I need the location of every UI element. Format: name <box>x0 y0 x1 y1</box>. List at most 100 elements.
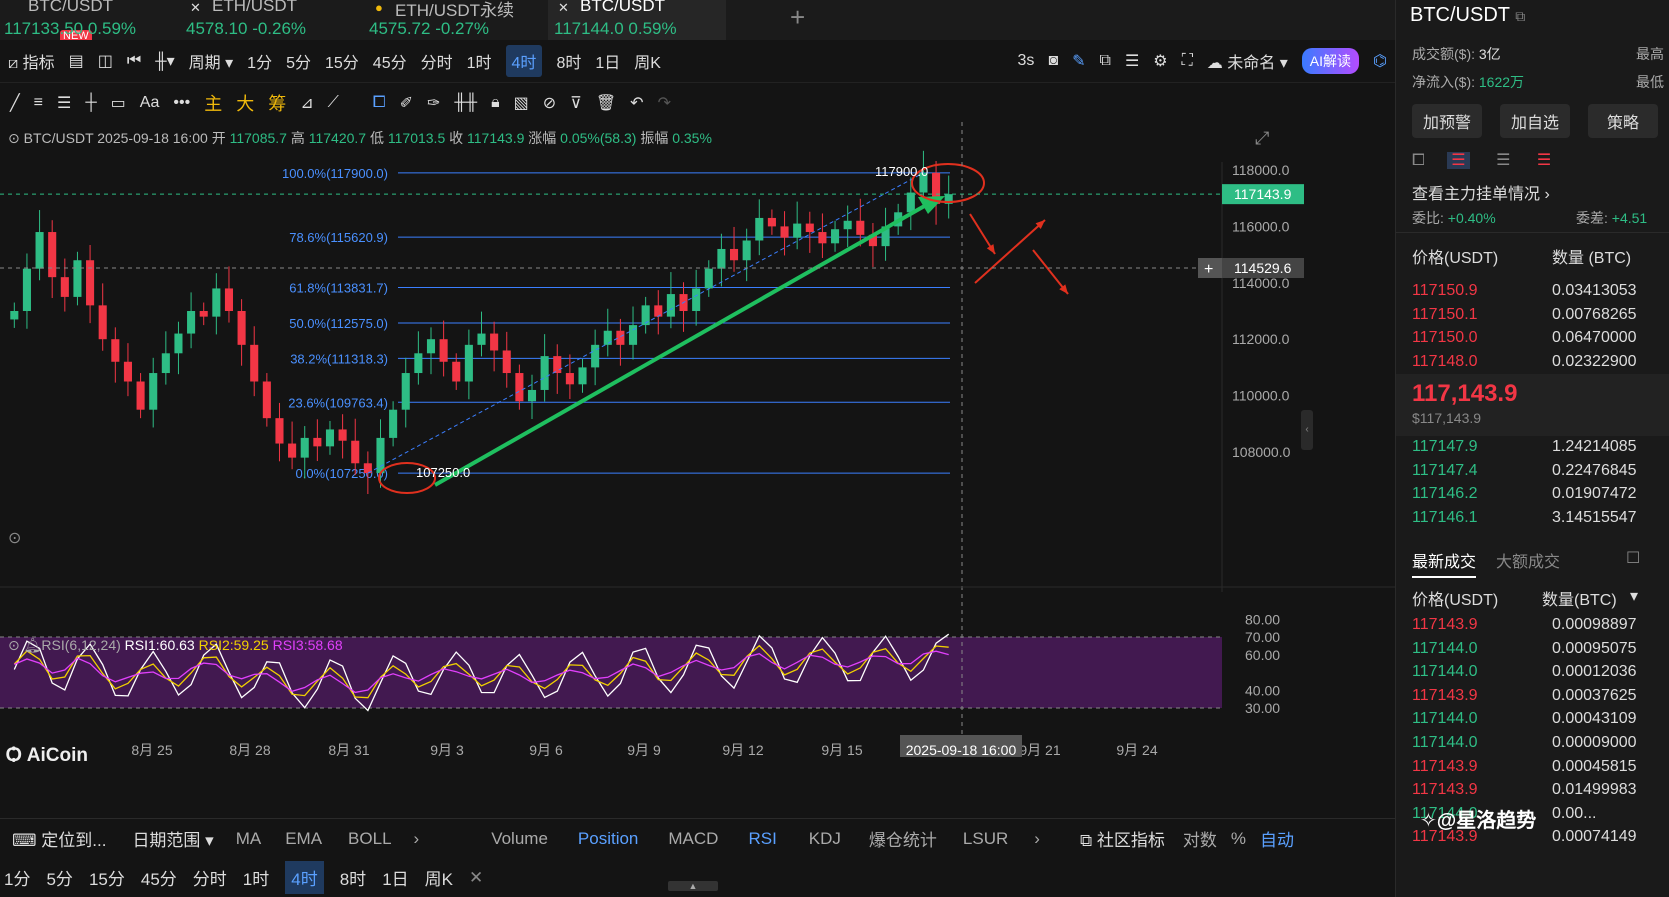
ind-liquidation[interactable]: 爆仓统计 <box>869 826 937 851</box>
add-tab-icon[interactable]: + <box>790 2 805 33</box>
camera-icon[interactable]: ◙ <box>1048 52 1058 70</box>
refresh-rate[interactable]: 3s <box>1018 52 1035 70</box>
brush-icon[interactable]: ✐ <box>400 93 413 113</box>
interval-1h[interactable]: 1时 <box>467 49 492 73</box>
layout-icon[interactable]: ◫ <box>98 51 113 71</box>
tf-5m[interactable]: 5分 <box>46 865 72 890</box>
tf-1h[interactable]: 1时 <box>243 865 269 890</box>
list-icon[interactable]: ☰ <box>1125 51 1139 71</box>
log-scale-toggle[interactable]: 对数 <box>1183 826 1217 851</box>
trash-icon[interactable]: 🗑︎ <box>596 93 616 113</box>
interval-5m[interactable]: 5分 <box>286 49 311 73</box>
line-tool-icon[interactable]: ╱ <box>10 93 20 113</box>
rewind-icon[interactable]: ⏮ <box>127 52 141 70</box>
tf-1m[interactable]: 1分 <box>4 865 30 890</box>
chevron-right-icon[interactable]: › <box>414 829 420 849</box>
auto-scale-toggle[interactable]: 自动 <box>1260 826 1294 851</box>
calendar-icon[interactable]: ▤ <box>69 51 84 71</box>
ind-ema[interactable]: EMA <box>285 829 322 849</box>
period-dropdown[interactable]: 周期 ▾ <box>189 49 234 73</box>
text-tool-icon[interactable]: Aa <box>140 94 160 112</box>
layout-name-dropdown[interactable]: ☁ 未命名 ▾ <box>1207 49 1288 73</box>
bell-icon[interactable]: 🔔︎ <box>24 637 42 653</box>
percent-scale-toggle[interactable]: % <box>1231 829 1246 849</box>
tab-eth-usdt-perp[interactable]: ● ETH/USDT永续 4575.72 -0.27% <box>365 0 545 40</box>
magnet-icon[interactable]: ⧠ <box>373 94 386 112</box>
trade-row[interactable]: 117143.9 0.01499983 <box>1412 781 1662 806</box>
tab-btc-usdt-spot[interactable]: BTC/USDT NEW 117133.50 0.59% <box>0 0 175 43</box>
ruler-icon[interactable]: ⊿ <box>300 93 313 113</box>
close-icon[interactable]: ✕ <box>190 0 201 16</box>
tf-timeshare[interactable]: 分时 <box>193 865 227 890</box>
tab-large-trades[interactable]: 大额成交 <box>1496 548 1560 572</box>
collapse-sidebar-handle[interactable]: ‹ <box>1301 410 1313 450</box>
close-icon[interactable]: ✕ <box>469 868 483 888</box>
tab-btc-usdt-active[interactable]: ✕ BTC/USDT 117144.0 0.59% <box>548 0 726 40</box>
bid-row[interactable]: 117147.4 0.22476845 <box>1412 462 1662 487</box>
panel-resize-handle[interactable]: ▲ <box>668 881 718 891</box>
add-alert-button[interactable]: 加预警 <box>1412 104 1482 138</box>
ind-macd[interactable]: MACD <box>668 829 718 849</box>
orderbook-asks-icon[interactable]: ☰ <box>1537 152 1551 169</box>
bid-row[interactable]: 117147.9 1.24214085 <box>1412 438 1662 463</box>
tf-1d[interactable]: 1日 <box>382 865 408 890</box>
interval-15m[interactable]: 15分 <box>325 49 359 73</box>
note-icon[interactable]: ▧ <box>514 93 529 113</box>
collapse-icon[interactable]: ⊙ <box>8 130 20 146</box>
window-icon[interactable]: ⧉ <box>1100 52 1111 70</box>
chevron-right-icon[interactable]: › <box>1034 829 1040 849</box>
rect-tool-icon[interactable]: ▭ <box>111 93 126 113</box>
tf-45m[interactable]: 45分 <box>141 865 177 890</box>
redo-icon[interactable]: ↷ <box>658 93 671 113</box>
community-indicators[interactable]: ⧉ 社区指标 <box>1080 826 1165 851</box>
tf-15m[interactable]: 15分 <box>89 865 125 890</box>
tf-8h[interactable]: 8时 <box>340 865 366 890</box>
main-toggle[interactable]: 主 <box>204 90 222 116</box>
close-icon[interactable]: ✕ <box>558 0 569 16</box>
expand-icon[interactable]: ⤢ <box>1255 128 1269 149</box>
chip-toggle[interactable]: 筹 <box>268 90 286 116</box>
filter-checkbox[interactable]: ☐ <box>1626 548 1640 568</box>
highlighter-icon[interactable]: ✑ <box>427 93 440 113</box>
pencil-icon[interactable]: ✎ <box>1072 51 1085 71</box>
indicator-button[interactable]: ⧄ 指标 <box>8 49 55 73</box>
interval-1d[interactable]: 1日 <box>595 49 620 73</box>
collapse-icon[interactable]: ⊙ <box>8 637 20 653</box>
hline-tool-icon[interactable]: ┼ <box>85 94 96 112</box>
bid-row[interactable]: 117146.1 3.14515547 <box>1412 509 1662 534</box>
strategy-button[interactable]: 策略 <box>1588 104 1658 138</box>
tf-1w[interactable]: 周K <box>425 865 453 890</box>
ai-button[interactable]: AI解读 <box>1301 48 1360 74</box>
big-order-toggle[interactable]: 大 <box>236 90 254 116</box>
interval-45m[interactable]: 45分 <box>373 49 407 73</box>
ind-kdj[interactable]: KDJ <box>809 829 841 849</box>
trade-row[interactable]: 117144.0 0.00043109 <box>1412 710 1662 735</box>
trade-row[interactable]: 117143.9 0.00045815 <box>1412 758 1662 783</box>
trade-row[interactable]: 117144.0 0.00012036 <box>1412 663 1662 688</box>
lock-icon[interactable]: 🔒︎ <box>491 94 500 112</box>
ind-rsi[interactable]: RSI <box>748 829 776 849</box>
locate-button[interactable]: ⌨ 定位到... <box>12 826 106 851</box>
interval-1w[interactable]: 周K <box>634 49 661 73</box>
tf-4h[interactable]: 4时 <box>285 861 324 894</box>
interval-4h[interactable]: 4时 <box>505 45 543 77</box>
ask-row[interactable]: 117150.0 0.06470000 <box>1412 329 1662 354</box>
add-watchlist-button[interactable]: 加自选 <box>1500 104 1570 138</box>
undo-icon[interactable]: ↶ <box>630 93 643 113</box>
price-chart[interactable]: 100.0%(117900.0) 78.6%(115620.9) 61.8%(113… <box>0 122 1395 818</box>
trade-row[interactable]: 117143.9 0.00098897 <box>1412 616 1662 641</box>
interval-timeshare[interactable]: 分时 <box>421 49 453 73</box>
expand-panel-icon[interactable]: ⊙ <box>8 528 21 548</box>
parallel-tool-icon[interactable]: ≡ <box>34 94 43 112</box>
orderbook-mode-icon[interactable]: ⧠ <box>1412 152 1425 169</box>
candle-type-icon[interactable]: ╫▾ <box>155 51 174 71</box>
date-range-dropdown[interactable]: 日期范围 ▾ <box>132 826 213 851</box>
share-icon[interactable]: ⌬ <box>1373 51 1387 71</box>
copy-icon[interactable]: ⧉ <box>1515 8 1525 24</box>
ind-boll[interactable]: BOLL <box>348 829 391 849</box>
settings-icon[interactable]: ⚙ <box>1153 51 1167 71</box>
orderbook-both-icon[interactable]: ☰ <box>1447 152 1470 169</box>
ask-row[interactable]: 117150.1 0.00768265 <box>1412 306 1662 331</box>
tab-latest-trades[interactable]: 最新成交 <box>1412 548 1476 572</box>
fullscreen-icon[interactable]: ⛶ <box>1182 52 1193 70</box>
